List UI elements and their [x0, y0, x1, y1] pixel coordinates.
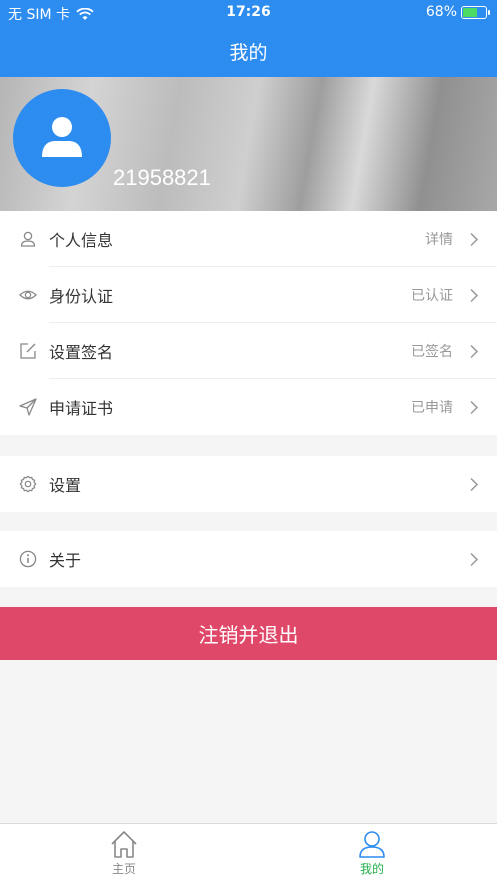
edit-icon — [20, 343, 36, 359]
eye-icon — [19, 290, 37, 300]
menu-item-label: 身份认证 — [49, 287, 114, 306]
menu-item-label: 申请证书 — [49, 399, 114, 418]
menu-item-label: 设置签名 — [49, 343, 114, 362]
tab-home-label: 主页 — [111, 862, 136, 876]
status-bar: 无 SIM 卡 17:26 68% — [0, 0, 497, 26]
status-time: 17:26 — [226, 4, 271, 20]
chevron-right-icon — [470, 232, 479, 247]
battery-icon — [461, 5, 490, 19]
menu-item-about[interactable]: 关于 — [0, 531, 497, 587]
home-icon — [111, 831, 137, 858]
send-icon — [19, 398, 37, 416]
page-title: 我的 — [229, 42, 268, 64]
menu-group-settings: 设置 — [0, 456, 497, 512]
chevron-right-icon — [470, 477, 479, 492]
user-avatar-icon — [42, 117, 82, 157]
menu-item-label: 个人信息 — [49, 231, 114, 250]
menu-item-settings[interactable]: 设置 — [0, 456, 497, 512]
person-icon — [20, 231, 36, 247]
menu-item-value: 已认证 — [411, 288, 453, 304]
gear-icon — [19, 475, 37, 493]
chevron-right-icon — [470, 400, 479, 415]
menu-item-value: 已申请 — [411, 400, 453, 416]
tab-home[interactable]: 主页 — [64, 830, 184, 877]
user-icon — [359, 831, 385, 858]
profile-header: 21958821 — [0, 77, 497, 211]
logout-label: 注销并退出 — [198, 623, 299, 647]
menu-group-account: 个人信息 详情 身份认证 已认证 设置签名 已签名 申请证书 已申请 — [0, 211, 497, 435]
tab-mine-label: 我的 — [359, 862, 384, 876]
menu-item-label: 关于 — [49, 551, 82, 570]
logout-button[interactable]: 注销并退出 — [0, 607, 497, 660]
avatar[interactable] — [13, 89, 111, 187]
chevron-right-icon — [470, 344, 479, 359]
menu-item-personal-info[interactable]: 个人信息 详情 — [0, 211, 497, 267]
info-icon — [19, 550, 37, 568]
battery-percent: 68% — [425, 4, 457, 20]
chevron-right-icon — [470, 552, 479, 567]
chevron-right-icon — [470, 288, 479, 303]
user-id: 21958821 — [113, 165, 211, 190]
menu-item-signature[interactable]: 设置签名 已签名 — [0, 323, 497, 379]
menu-item-label: 设置 — [49, 476, 82, 495]
menu-item-identity-auth[interactable]: 身份认证 已认证 — [0, 267, 497, 323]
menu-item-certificate[interactable]: 申请证书 已申请 — [0, 379, 497, 435]
nav-bar: 我的 — [0, 26, 497, 77]
menu-group-about: 关于 — [0, 531, 497, 587]
menu-item-value: 详情 — [425, 232, 453, 248]
tab-bar: 主页 我的 — [0, 823, 497, 883]
tab-mine[interactable]: 我的 — [312, 830, 432, 877]
menu-item-value: 已签名 — [411, 344, 453, 360]
